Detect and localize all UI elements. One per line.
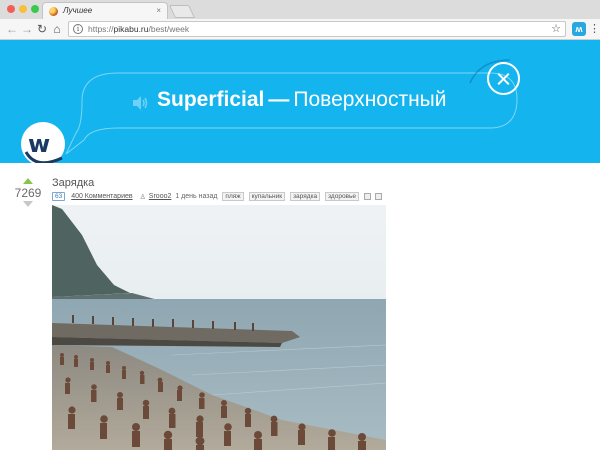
rating-block: 7269 [12, 178, 44, 207]
tag-link[interactable]: пляж [222, 192, 244, 201]
translation-banner: Superficial — Поверхностный w [0, 40, 600, 163]
browser-menu-icon[interactable]: ⋮ [589, 22, 600, 36]
close-window-button[interactable] [7, 5, 15, 13]
pikabu-favicon-icon [49, 7, 58, 16]
browser-tab-active[interactable]: Лучшее × [42, 2, 168, 19]
bookmark-star-icon[interactable]: ☆ [551, 22, 561, 36]
tab-title: Лучшее [63, 6, 93, 15]
post-time: 1 день назад [175, 193, 218, 200]
url-scheme: https:// [88, 24, 114, 34]
extension-icon[interactable]: ʍ [572, 22, 586, 36]
speaker-icon[interactable] [131, 94, 149, 112]
author-link[interactable]: Srooo2 [149, 193, 172, 200]
translated-word: Поверхностный [293, 88, 447, 111]
downvote-arrow-icon[interactable] [23, 201, 33, 207]
post-title[interactable]: Зарядка [52, 177, 94, 189]
user-icon: ♙ [139, 193, 146, 201]
upvote-arrow-icon[interactable] [23, 178, 33, 184]
new-tab-button[interactable] [168, 5, 196, 18]
browser-toolbar: ← → ↻ ⌂ i https://pikabu.ru/best/week ☆ … [0, 19, 600, 40]
address-bar[interactable]: i https://pikabu.ru/best/week ☆ [68, 21, 566, 37]
translation-phrase: Superficial — Поверхностный [157, 88, 447, 112]
comments-link[interactable]: 400 Комментариев [71, 193, 132, 200]
translator-logo-icon: w [18, 118, 72, 163]
svg-text:w: w [28, 130, 50, 158]
reload-icon[interactable]: ↻ [35, 22, 49, 36]
post-meta: 63 400 Комментариев ♙ Srooo2 1 день наза… [52, 192, 382, 202]
phrase-dash: — [268, 88, 290, 111]
tag-link[interactable]: зарядка [290, 192, 321, 201]
back-arrow-icon[interactable]: ← [5, 22, 19, 36]
source-word: Superficial [157, 88, 265, 111]
browser-tab-bar: Лучшее × [0, 0, 600, 19]
minimize-window-button[interactable] [19, 5, 27, 13]
comment-count-badge[interactable]: 63 [52, 192, 66, 201]
url-host: pikabu.ru [113, 24, 149, 34]
url-text[interactable]: https://pikabu.ru/best/week [88, 24, 189, 34]
save-icon[interactable] [363, 193, 371, 200]
post-photo[interactable] [52, 205, 386, 450]
home-icon[interactable]: ⌂ [50, 22, 64, 36]
share-icon[interactable] [374, 193, 382, 200]
tab-close-icon[interactable]: × [156, 6, 161, 15]
site-info-icon[interactable]: i [73, 24, 83, 34]
forward-arrow-icon[interactable]: → [20, 22, 34, 36]
maximize-window-button[interactable] [31, 5, 39, 13]
tag-link[interactable]: здоровье [325, 192, 360, 201]
rating-value: 7269 [14, 186, 42, 200]
close-icon[interactable] [487, 62, 520, 95]
tag-link[interactable]: купальник [248, 192, 286, 201]
url-path: /best/week [148, 24, 190, 34]
